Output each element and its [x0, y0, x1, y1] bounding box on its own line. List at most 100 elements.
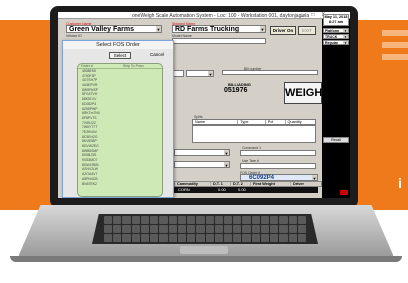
customer-name-field[interactable]: Green Valley Farms ▼ [66, 25, 162, 33]
splits-col-name: Name [193, 120, 239, 124]
splits-table-body[interactable] [192, 125, 316, 143]
splits-col-quantity: Quantity [287, 120, 302, 124]
keyboard-key [251, 225, 260, 233]
platform-select[interactable]: Platform ▼ [323, 28, 349, 33]
decorative-stripe [382, 30, 408, 36]
table-row[interactable]: CORN 0.00 0.00 [174, 187, 318, 193]
command-select-left[interactable]: ▼ [174, 149, 230, 156]
select-fos-order-dialog: Select FOS Order Select Cancel Order # S… [62, 40, 174, 198]
laptop-foot [10, 256, 402, 262]
use-tare-field[interactable] [240, 163, 316, 169]
exit-button[interactable]: EXIT [298, 26, 316, 35]
keyboard-key [297, 225, 306, 233]
grid-col-dt1: D.T. 1 [211, 182, 231, 186]
keyboard-key [251, 234, 260, 242]
truck-select[interactable]: TRUCK ▼ [323, 34, 349, 39]
shipper-name-value: RD Farms Trucking [175, 26, 240, 33]
split-select[interactable]: ▼ [186, 70, 214, 77]
row-dt2: 0.00 [238, 187, 246, 192]
grid-col-commodity: Commodity [175, 182, 211, 186]
select-button[interactable]: Select [109, 52, 131, 59]
keyboard-key [150, 225, 159, 233]
keyboard-key [260, 216, 270, 224]
keyboard-key [214, 225, 223, 233]
cancel-button[interactable]: Cancel [147, 52, 167, 59]
splits-col-type: Type [238, 120, 266, 124]
fos-order-field[interactable]: 6C092P4 ▼ [240, 174, 318, 181]
laptop-screen: oneWeigh Scale Automation System - Loc: … [58, 12, 350, 198]
keyboard-key [288, 216, 297, 224]
keyboard-key [159, 216, 168, 224]
shipper-name-field[interactable]: RD Farms Trucking ▼ [172, 25, 266, 33]
grid-col-driver: Driver [293, 182, 304, 186]
customer-name-value: Green Valley Farms [69, 26, 134, 33]
command-1-field[interactable] [240, 150, 316, 156]
keyboard-key [150, 234, 159, 242]
keyboard-key [260, 234, 270, 242]
list-item[interactable]: BN57EK2 [78, 182, 162, 187]
background-text-fragment: i [398, 175, 402, 191]
chevron-down-icon[interactable]: ▼ [260, 26, 265, 32]
keyboard-key [113, 225, 122, 233]
decorative-stripe [382, 42, 408, 48]
splits-col-pct: Pct [266, 120, 286, 124]
keyboard-key [122, 216, 131, 224]
grid-col-dt2: D.T. 2 [231, 182, 251, 186]
keyboard-key [122, 234, 131, 242]
window-titlebar: oneWeigh Scale Automation System - Loc: … [58, 12, 350, 19]
command-select-right[interactable]: ▼ [174, 161, 230, 168]
row-dt1: 0.00 [218, 187, 226, 192]
keyboard-key [131, 225, 140, 233]
keyboard-key [270, 216, 279, 224]
status-indicator [340, 190, 348, 195]
chevron-down-icon[interactable]: ▼ [224, 162, 229, 168]
model-name-field[interactable] [172, 38, 266, 44]
bill-number-field[interactable] [222, 70, 318, 75]
truck-value: TRUCK [325, 35, 338, 39]
keyboard-key [242, 216, 251, 224]
keyboard-key [104, 234, 113, 242]
keyboard-keys [104, 216, 306, 242]
keyboard-key [242, 234, 251, 242]
chevron-down-icon[interactable]: ▼ [343, 35, 348, 39]
row-commodity: CORN [178, 187, 190, 192]
keyboard-key [279, 225, 288, 233]
order-rows: 4508E5S 4740F3P 4G7SH7P 4U6EPVR 5W9FNSP 5FG4T… [78, 69, 162, 186]
chevron-down-icon[interactable]: ▼ [208, 71, 213, 77]
chevron-down-icon[interactable]: ▼ [224, 150, 229, 156]
trackpad [180, 246, 228, 254]
weigh-button[interactable]: WEIGH [284, 82, 322, 104]
keyboard-key [140, 234, 150, 242]
keyboard-key [242, 225, 251, 233]
keyboard-key [260, 225, 270, 233]
keyboard-key [113, 234, 122, 242]
keyboard-key [288, 225, 297, 233]
keyboard-key [223, 216, 233, 224]
keyboard-key [196, 225, 205, 233]
chevron-down-icon[interactable]: ▼ [343, 29, 348, 33]
keyboard-key [214, 216, 223, 224]
bill-of-lading-value: 051976 [224, 87, 248, 94]
keyboard-key [113, 216, 122, 224]
keyboard-key [104, 225, 113, 233]
order-col-number: Order # [81, 64, 93, 68]
right-side-panel [322, 19, 350, 198]
keyboard-key [140, 225, 150, 233]
recall-button[interactable]: Recall [323, 137, 349, 143]
keyboard-key [131, 216, 140, 224]
keyboard-key [205, 216, 214, 224]
vehicle-id-label: Vehicle ID [66, 34, 82, 38]
chevron-down-icon[interactable]: ▼ [156, 26, 161, 32]
driver-on-button[interactable]: Driver On [270, 26, 296, 35]
decorative-stripe [382, 54, 408, 60]
keyboard-key [270, 225, 279, 233]
keyboard-key [233, 225, 242, 233]
keyboard-key [159, 234, 168, 242]
chevron-down-icon[interactable]: ▼ [343, 41, 348, 45]
chevron-down-icon[interactable]: ▼ [312, 175, 317, 181]
order-list[interactable]: Order # Ship To Posn 4508E5S 4740F3P 4G7SH… [77, 63, 163, 197]
regular-select[interactable]: Regular ▼ [323, 40, 349, 45]
keyboard-key [297, 216, 306, 224]
keyboard-key [233, 234, 242, 242]
keyboard-key [177, 216, 187, 224]
